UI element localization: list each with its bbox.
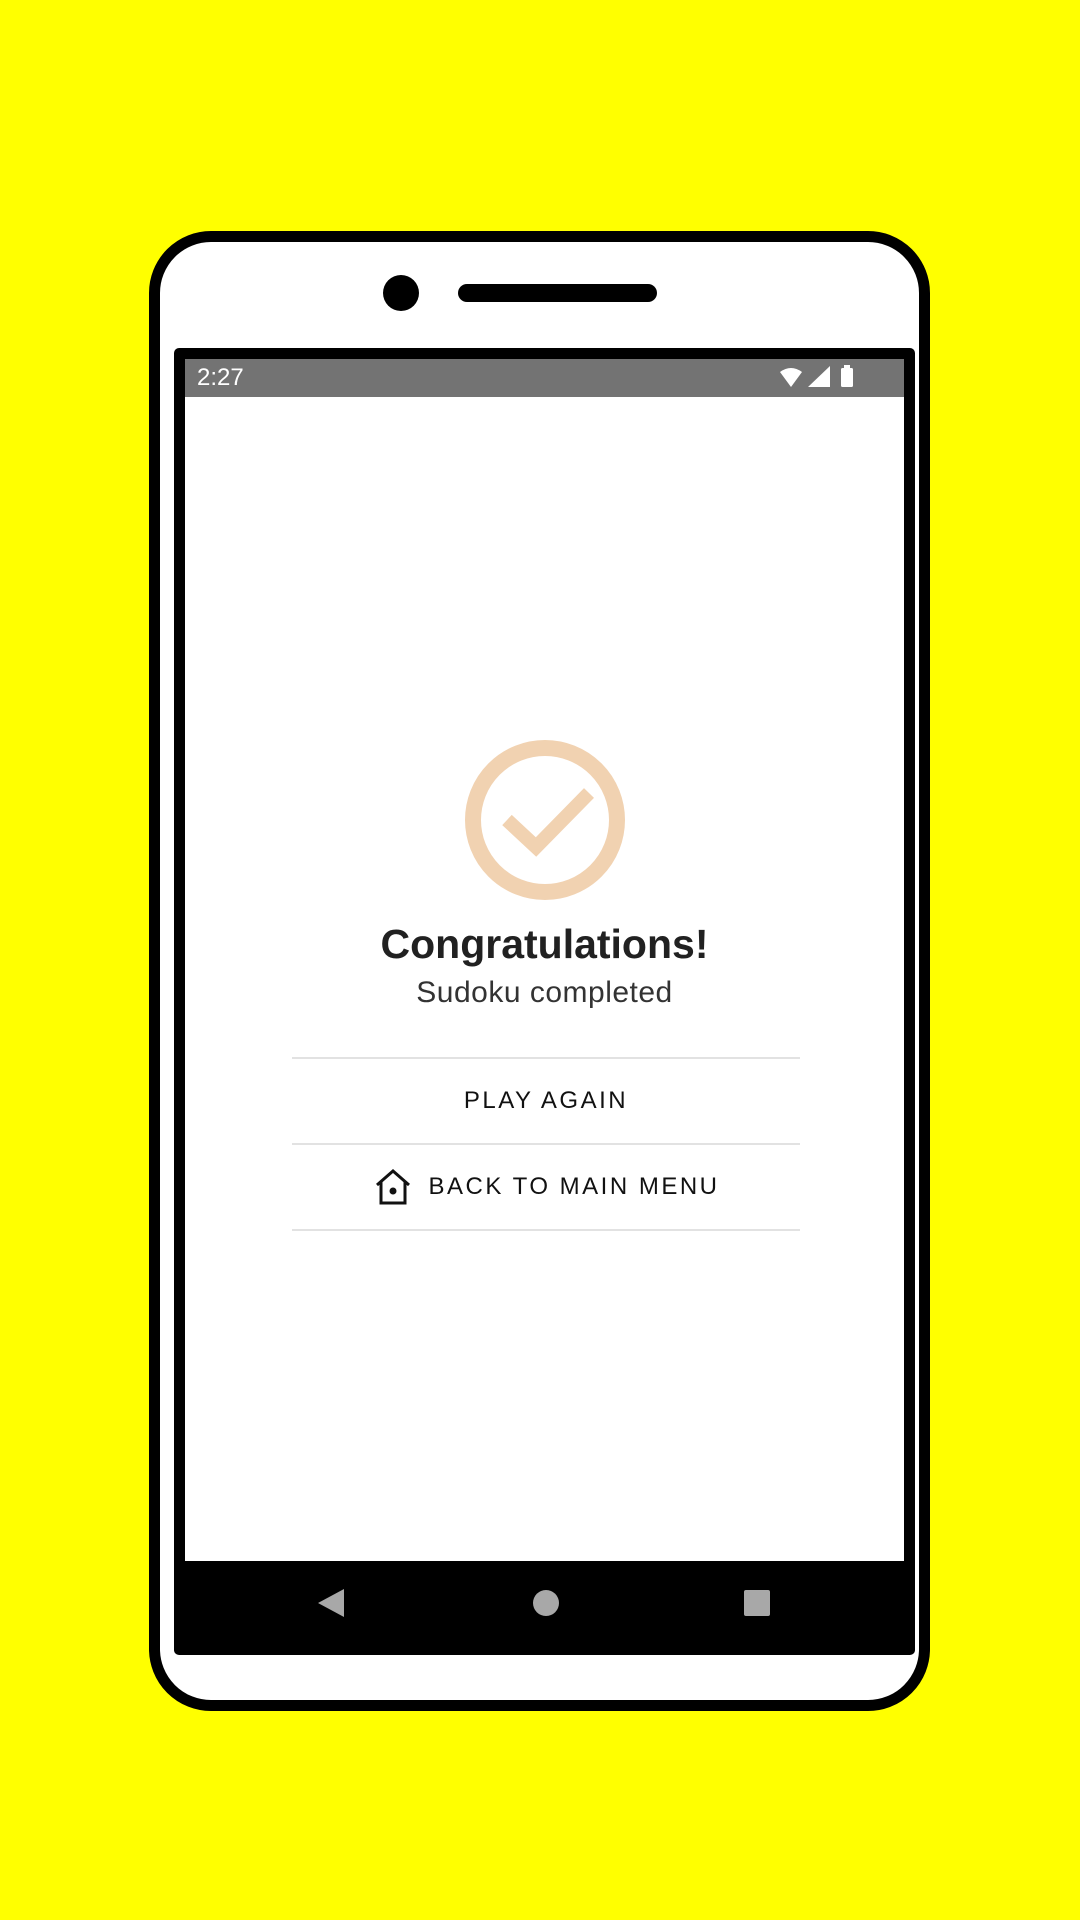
- app-screen: Congratulations! Sudoku completed PLAY A…: [185, 397, 904, 1561]
- earpiece-speaker: [458, 284, 657, 302]
- status-icons: [780, 365, 853, 387]
- back-to-main-menu-button[interactable]: BACK TO MAIN MENU: [292, 1145, 800, 1229]
- front-camera: [383, 275, 419, 311]
- cell-signal-icon: [808, 366, 830, 387]
- navigation-bar: [185, 1561, 904, 1644]
- completion-subtitle: Sudoku completed: [416, 976, 673, 1009]
- play-again-button[interactable]: PLAY AGAIN: [292, 1059, 800, 1143]
- home-circle-icon[interactable]: [524, 1581, 568, 1625]
- home-icon: [375, 1169, 410, 1205]
- divider: [292, 1229, 800, 1231]
- recents-icon[interactable]: [735, 1581, 779, 1625]
- back-icon[interactable]: [310, 1581, 354, 1625]
- status-time: 2:27: [197, 364, 244, 391]
- play-again-label: PLAY AGAIN: [463, 1087, 629, 1114]
- back-to-main-menu-label: BACK TO MAIN MENU: [428, 1173, 720, 1200]
- congratulations-title: Congratulations!: [380, 921, 709, 967]
- wifi-icon: [780, 368, 802, 387]
- status-bar: 2:27: [185, 359, 904, 397]
- battery-icon: [841, 365, 853, 387]
- check-circle-icon: [465, 740, 625, 900]
